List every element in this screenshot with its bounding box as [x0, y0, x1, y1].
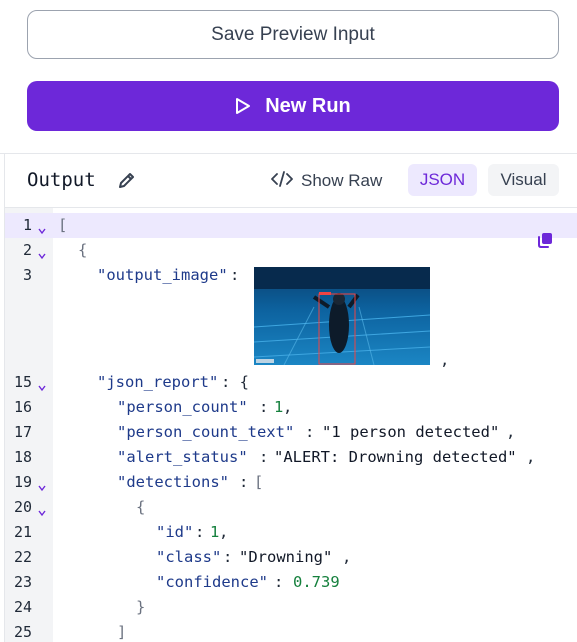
json-key: "id"	[156, 523, 194, 541]
json-colon: :	[305, 423, 315, 441]
line-number: 23	[13, 573, 32, 591]
json-string: "ALERT: Drowning detected"	[274, 448, 517, 466]
json-comma: ,	[219, 523, 229, 541]
line-number: 17	[13, 423, 32, 441]
new-run-label: New Run	[265, 94, 351, 117]
line-number: 18	[13, 448, 32, 466]
code-line: 23 "confidence" : 0.739	[5, 570, 577, 595]
action-panel: Save Preview Input New Run	[0, 0, 577, 154]
line-number: 2	[22, 241, 32, 259]
chevron-down-icon[interactable]	[38, 247, 46, 260]
code-line: 1 [	[5, 213, 577, 238]
code-line: 21 "id" : 1 ,	[5, 520, 577, 545]
line-number: 16	[13, 398, 32, 416]
chevron-down-icon[interactable]	[38, 479, 46, 492]
code-line: 25 ]	[5, 620, 577, 642]
json-brace: }	[136, 598, 146, 616]
json-colon: :	[259, 448, 269, 466]
line-number: 3	[22, 266, 32, 284]
line-number: 24	[13, 598, 32, 616]
json-brace: {	[136, 498, 146, 516]
output-header: Output Show Raw JSON Visual	[5, 154, 577, 207]
json-key: "alert_status"	[117, 448, 248, 466]
line-number: 15	[13, 373, 32, 391]
line-number: 1	[22, 216, 32, 234]
json-comma: ,	[506, 423, 516, 441]
json-key: "person_count"	[117, 398, 248, 416]
play-icon	[235, 97, 251, 115]
json-bracket: [	[58, 216, 68, 234]
line-number: 20	[13, 498, 32, 516]
chevron-down-icon[interactable]	[38, 379, 46, 392]
pencil-icon[interactable]	[117, 170, 137, 195]
json-number: 1	[274, 398, 284, 416]
tab-visual[interactable]: Visual	[488, 164, 559, 196]
chevron-down-icon[interactable]	[38, 504, 46, 517]
json-number: 1	[210, 523, 220, 541]
json-comma: ,	[526, 448, 536, 466]
json-key: "class"	[156, 548, 222, 566]
json-brace: {	[78, 241, 88, 259]
json-colon: :	[239, 473, 249, 491]
line-number: 21	[13, 523, 32, 541]
json-bracket: [	[254, 473, 264, 491]
code-icon	[271, 170, 293, 193]
json-comma: ,	[283, 398, 293, 416]
json-key: "output_image"	[97, 266, 228, 284]
save-preview-input-label: Save Preview Input	[211, 23, 375, 45]
line-number: 19	[13, 473, 32, 491]
tab-json[interactable]: JSON	[408, 164, 477, 196]
code-line: 20 {	[5, 495, 577, 520]
json-colon: :	[230, 266, 240, 284]
code-line: 19 "detections" : [	[5, 470, 577, 495]
code-line: 18 "alert_status" : "ALERT: Drowning det…	[5, 445, 577, 470]
code-line: 15 "json_report" : {	[5, 370, 577, 395]
code-line: 2 {	[5, 238, 577, 263]
json-string: "1 person detected"	[322, 423, 500, 441]
json-key: "json_report"	[97, 373, 219, 391]
json-colon: :	[223, 548, 233, 566]
json-viewer: 1 [ 2 { 3 "output_image" : , 15 "json_re…	[5, 208, 577, 642]
json-comma: ,	[342, 548, 352, 566]
tab-json-label: JSON	[419, 170, 466, 189]
json-string: "Drowning"	[239, 548, 333, 566]
json-colon: :	[259, 398, 269, 416]
json-colon: : {	[221, 373, 249, 391]
line-number: 25	[13, 623, 32, 641]
json-number: 0.739	[293, 573, 340, 591]
json-bracket: ]	[117, 623, 127, 641]
chevron-down-icon[interactable]	[38, 222, 46, 235]
show-raw-label: Show Raw	[301, 171, 383, 190]
json-key: "confidence"	[156, 573, 268, 591]
code-line: 24 }	[5, 595, 577, 620]
code-line: 22 "class" : "Drowning" ,	[5, 545, 577, 570]
json-key: "person_count_text"	[117, 423, 295, 441]
json-colon: :	[195, 523, 205, 541]
show-raw-button[interactable]: Show Raw	[271, 165, 382, 197]
json-key: "detections"	[117, 473, 229, 491]
output-title: Output	[27, 169, 96, 191]
code-line: 17 "person_count_text" : "1 person detec…	[5, 420, 577, 445]
line-number: 22	[13, 548, 32, 566]
save-preview-input-button[interactable]: Save Preview Input	[27, 10, 559, 59]
tab-visual-label: Visual	[500, 170, 547, 189]
new-run-button[interactable]: New Run	[27, 81, 559, 131]
json-colon: :	[274, 573, 284, 591]
code-line: 16 "person_count" : 1 ,	[5, 395, 577, 420]
